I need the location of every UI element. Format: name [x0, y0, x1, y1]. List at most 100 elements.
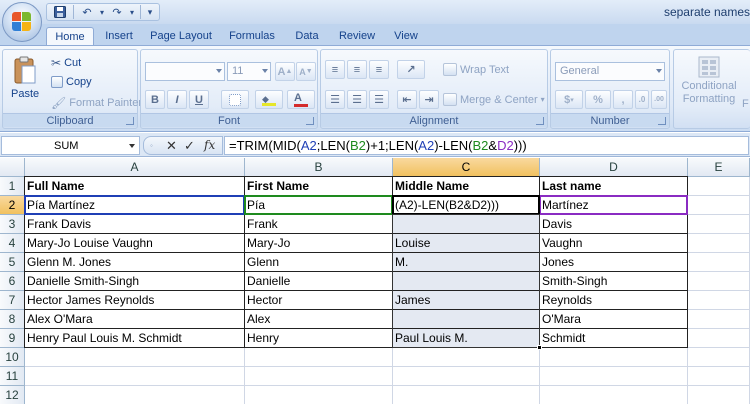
row-header-2[interactable]: 2: [0, 196, 25, 215]
cell-d3[interactable]: Davis: [540, 215, 688, 234]
cell-c5[interactable]: M.: [393, 253, 540, 272]
select-all-corner[interactable]: [0, 158, 25, 177]
tab-page-layout[interactable]: Page Layout: [146, 27, 216, 46]
decrease-decimal-button[interactable]: .00: [651, 90, 667, 109]
cell-c6[interactable]: [393, 272, 540, 291]
align-center-button[interactable]: ☰: [347, 90, 367, 109]
cell-a6[interactable]: Danielle Smith-Singh: [25, 272, 245, 291]
cell-e9[interactable]: [688, 329, 750, 348]
format-as-table-button[interactable]: F: [742, 98, 749, 110]
tab-view[interactable]: View: [388, 27, 424, 46]
tab-data[interactable]: Data: [290, 27, 324, 46]
row-header-11[interactable]: 11: [0, 367, 25, 386]
row-header-6[interactable]: 6: [0, 272, 25, 291]
tab-formulas[interactable]: Formulas: [224, 27, 280, 46]
cell-d9[interactable]: Schmidt: [540, 329, 688, 348]
cell-a2[interactable]: Pía Martínez: [25, 196, 245, 215]
comma-button[interactable]: ,: [613, 90, 633, 109]
cell-d8[interactable]: O'Mara: [540, 310, 688, 329]
tab-home[interactable]: Home: [46, 27, 94, 46]
row-header-10[interactable]: 10: [0, 348, 25, 367]
cell-d6[interactable]: Smith-Singh: [540, 272, 688, 291]
font-size-combo[interactable]: 11: [227, 62, 271, 81]
column-header-d[interactable]: D: [540, 158, 688, 177]
conditional-formatting-button[interactable]: Conditional Formatting: [678, 56, 740, 106]
row-header-8[interactable]: 8: [0, 310, 25, 329]
cell-a10[interactable]: [25, 348, 245, 367]
cell-d11[interactable]: [540, 367, 688, 386]
cell-c2[interactable]: (A2)-LEN(B2&D2))): [393, 196, 540, 215]
cell-d5[interactable]: Jones: [540, 253, 688, 272]
tab-insert[interactable]: Insert: [100, 27, 138, 46]
cell-c4[interactable]: Louise: [393, 234, 540, 253]
insert-function-icon[interactable]: fx: [204, 138, 215, 152]
cell-c12[interactable]: [393, 386, 540, 404]
column-header-e[interactable]: E: [688, 158, 750, 177]
copy-button[interactable]: Copy: [51, 76, 92, 88]
cell-d4[interactable]: Vaughn: [540, 234, 688, 253]
merge-center-button[interactable]: Merge & Center ▾: [443, 93, 545, 106]
cell-e4[interactable]: [688, 234, 750, 253]
customize-qat-icon[interactable]: ▾: [145, 4, 155, 20]
align-bottom-button[interactable]: ≡: [369, 60, 389, 79]
increase-decimal-button[interactable]: .0: [635, 90, 649, 109]
row-header-12[interactable]: 12: [0, 386, 25, 404]
row-header-1[interactable]: 1: [0, 177, 25, 196]
grow-font-button[interactable]: A ▲: [275, 62, 295, 81]
italic-button[interactable]: I: [167, 90, 187, 109]
format-painter-button[interactable]: 🖌 Format Painter: [51, 96, 142, 110]
cell-e8[interactable]: [688, 310, 750, 329]
cell-e11[interactable]: [688, 367, 750, 386]
align-middle-button[interactable]: ≡: [347, 60, 367, 79]
alignment-launcher-icon[interactable]: [536, 117, 544, 125]
cell-d10[interactable]: [540, 348, 688, 367]
cell-a5[interactable]: Glenn M. Jones: [25, 253, 245, 272]
row-header-3[interactable]: 3: [0, 215, 25, 234]
paste-button[interactable]: Paste: [11, 56, 39, 100]
cell-c11[interactable]: [393, 367, 540, 386]
cell-d1[interactable]: Last name: [540, 177, 688, 196]
font-color-button[interactable]: A: [287, 90, 315, 109]
cell-e10[interactable]: [688, 348, 750, 367]
cell-b7[interactable]: Hector: [245, 291, 393, 310]
borders-button[interactable]: [221, 90, 249, 109]
underline-button[interactable]: U: [189, 90, 209, 109]
cut-button[interactable]: ✂ Cut: [51, 56, 81, 70]
bold-button[interactable]: B: [145, 90, 165, 109]
align-top-button[interactable]: ≡: [325, 60, 345, 79]
cell-b2[interactable]: Pía: [245, 196, 393, 215]
fill-color-button[interactable]: ◆: [255, 90, 283, 109]
percent-button[interactable]: %: [585, 90, 611, 109]
cell-b4[interactable]: Mary-Jo: [245, 234, 393, 253]
column-header-c[interactable]: C: [393, 158, 540, 177]
office-button[interactable]: [2, 2, 42, 42]
cell-b12[interactable]: [245, 386, 393, 404]
cell-d7[interactable]: Reynolds: [540, 291, 688, 310]
cell-e1[interactable]: [688, 177, 750, 196]
cancel-icon[interactable]: ✕: [166, 138, 177, 154]
cell-b5[interactable]: Glenn: [245, 253, 393, 272]
cell-e7[interactable]: [688, 291, 750, 310]
save-icon[interactable]: [51, 4, 69, 20]
cell-a9[interactable]: Henry Paul Louis M. Schmidt: [25, 329, 245, 348]
cell-d2[interactable]: Martínez: [540, 196, 688, 215]
name-box[interactable]: SUM: [1, 136, 140, 155]
cell-e6[interactable]: [688, 272, 750, 291]
cell-c3[interactable]: [393, 215, 540, 234]
increase-indent-button[interactable]: ⇥: [419, 90, 439, 109]
column-header-b[interactable]: B: [245, 158, 393, 177]
cell-e2[interactable]: [688, 196, 750, 215]
cell-c8[interactable]: [393, 310, 540, 329]
cell-d12[interactable]: [540, 386, 688, 404]
cell-b11[interactable]: [245, 367, 393, 386]
cell-b10[interactable]: [245, 348, 393, 367]
cell-b3[interactable]: Frank: [245, 215, 393, 234]
row-header-9[interactable]: 9: [0, 329, 25, 348]
cell-b9[interactable]: Henry: [245, 329, 393, 348]
align-left-button[interactable]: ☰: [325, 90, 345, 109]
font-name-combo[interactable]: [145, 62, 225, 81]
cell-a4[interactable]: Mary-Jo Louise Vaughn: [25, 234, 245, 253]
cell-a11[interactable]: [25, 367, 245, 386]
cell-a8[interactable]: Alex O'Mara: [25, 310, 245, 329]
cell-c7[interactable]: James: [393, 291, 540, 310]
